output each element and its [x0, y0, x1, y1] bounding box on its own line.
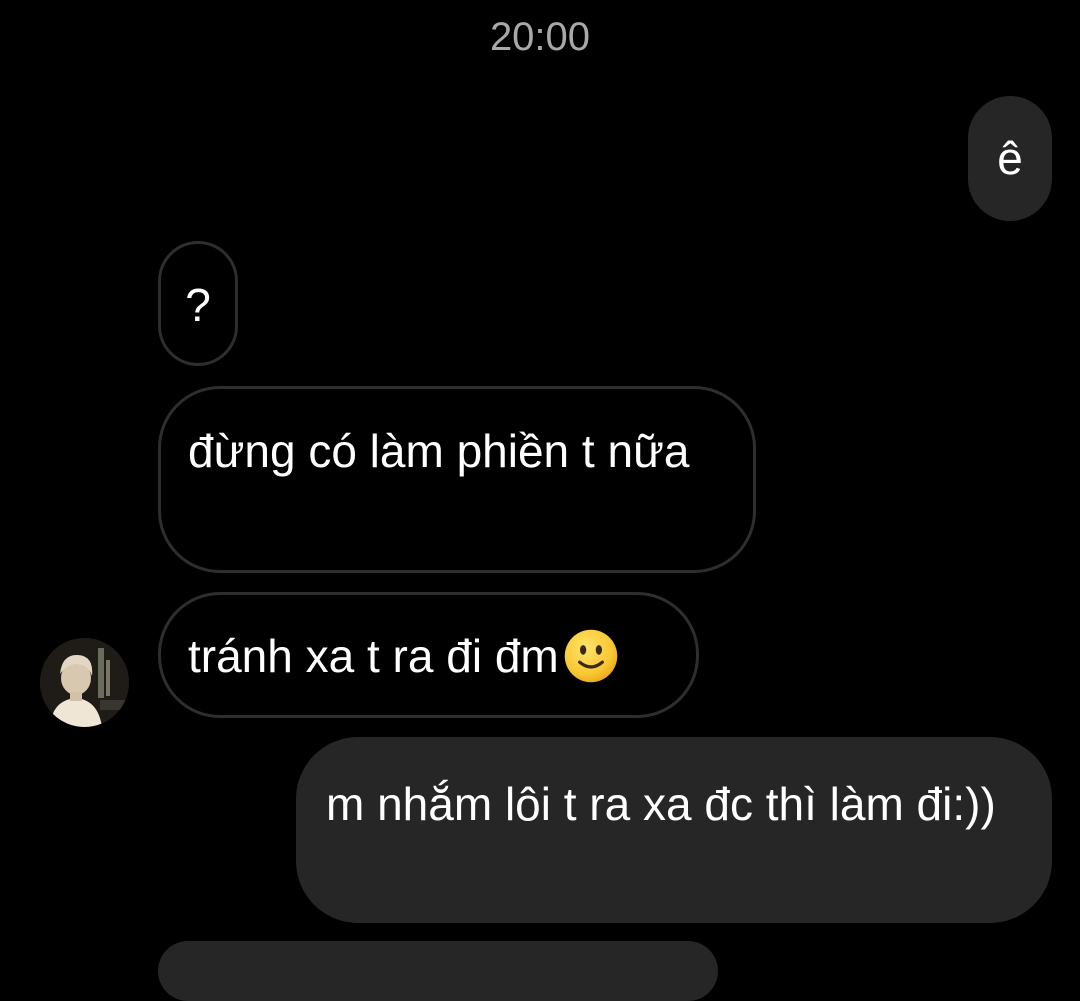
- incoming-message-bubble[interactable]: tránh xa t ra đi đm: [158, 592, 699, 718]
- message-text: đừng có làm phiền t nữa: [188, 425, 690, 477]
- outgoing-message-bubble[interactable]: m nhắm lôi t ra xa đc thì làm đi:)): [296, 737, 1052, 923]
- partial-message-bubble[interactable]: [158, 941, 718, 1001]
- incoming-message-bubble[interactable]: đừng có làm phiền t nữa: [158, 386, 756, 573]
- slightly-smiling-face-emoji: [564, 629, 617, 683]
- chat-timestamp: 20:00: [489, 15, 591, 59]
- incoming-message-bubble[interactable]: ?: [158, 241, 238, 366]
- avatar-photo-icon: [40, 638, 129, 727]
- message-text: m nhắm lôi t ra xa đc thì làm đi:)): [326, 778, 996, 830]
- message-text: tránh xa t ra đi đm: [188, 630, 559, 682]
- outgoing-message-bubble[interactable]: ê: [968, 96, 1052, 221]
- message-text: ?: [185, 279, 211, 331]
- message-text: ê: [997, 132, 1023, 184]
- contact-avatar[interactable]: [40, 638, 129, 727]
